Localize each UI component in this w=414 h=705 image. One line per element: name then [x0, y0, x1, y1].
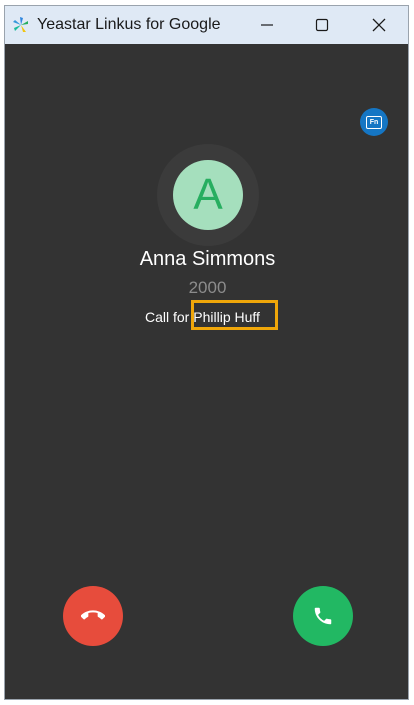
avatar: A [173, 160, 243, 230]
title-bar[interactable]: Yeastar Linkus for Google [5, 6, 408, 44]
close-button[interactable] [352, 6, 406, 44]
phone-answer-icon [314, 607, 332, 625]
caller-name: Anna Simmons [139, 248, 276, 270]
fn-key-icon: Fn [366, 115, 382, 129]
incoming-call-window: Yeastar Linkus for Google Fn A Anna Simm… [4, 5, 409, 700]
maximize-icon [315, 18, 329, 32]
answer-button[interactable] [293, 586, 353, 646]
maximize-button[interactable] [295, 6, 349, 44]
minimize-button[interactable] [240, 6, 294, 44]
fn-key-button[interactable]: Fn [360, 108, 388, 136]
yeastar-logo-icon [13, 17, 28, 32]
call-for-prefix: Call for [145, 309, 190, 325]
hangup-button[interactable] [63, 586, 123, 646]
minimize-icon [261, 24, 273, 26]
caller-number: 2000 [188, 278, 227, 297]
highlight-box [191, 300, 278, 330]
phone-hangup-icon [81, 610, 105, 620]
window-title: Yeastar Linkus for Google [37, 16, 221, 33]
close-icon [372, 18, 386, 32]
